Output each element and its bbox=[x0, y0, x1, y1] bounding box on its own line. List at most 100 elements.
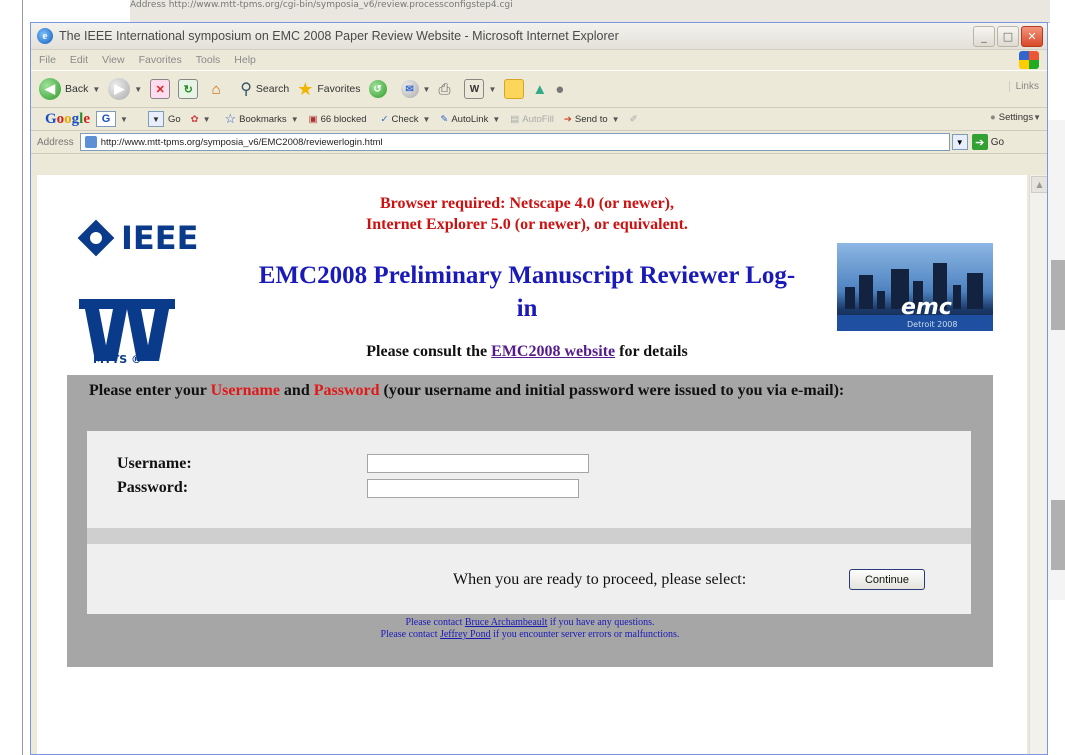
continue-button[interactable]: Continue bbox=[849, 569, 925, 590]
sendto-button[interactable]: ➔ Send to ▼ bbox=[564, 114, 620, 125]
password-input[interactable] bbox=[367, 479, 579, 498]
username-input[interactable] bbox=[367, 454, 589, 473]
google-menu-button[interactable]: G bbox=[96, 111, 117, 127]
maximize-button[interactable]: □ bbox=[997, 25, 1019, 47]
proceed-text: When you are ready to proceed, please se… bbox=[453, 571, 747, 588]
google-tools-button[interactable]: ✿ ▼ bbox=[191, 114, 211, 125]
printer-icon: ⎙ bbox=[438, 80, 451, 98]
chevron-down-icon: ▼ bbox=[488, 84, 497, 94]
spellcheck-button[interactable]: ✓ Check ▼ bbox=[381, 114, 431, 125]
mail-button[interactable]: ✉ ▼ bbox=[400, 80, 431, 98]
prompt-username-word: Username bbox=[210, 382, 280, 399]
vertical-scrollbar[interactable]: ▲ bbox=[1029, 175, 1047, 754]
chevron-down-icon: ▼ bbox=[147, 111, 164, 127]
chevron-down-icon: ▼ bbox=[120, 114, 128, 124]
standard-toolbar: ◀ Back ▼ ▶ ▼ ✕ ↻ ⌂ ⚲ Search ★ Favorites … bbox=[31, 70, 1047, 108]
go-button[interactable]: ➔ Go bbox=[971, 134, 1004, 150]
autofill-label: AutoFill bbox=[522, 113, 554, 125]
favorites-button[interactable]: ★ Favorites bbox=[297, 79, 360, 100]
edit-button[interactable]: W ▼ bbox=[464, 79, 496, 99]
menu-file[interactable]: File bbox=[39, 54, 56, 66]
sendto-label: Send to bbox=[574, 113, 608, 125]
browser-required-line2: Internet Explorer 5.0 (or newer), or equ… bbox=[366, 216, 688, 233]
address-url: http://www.mtt-tpms.org/symposia_v6/EMC2… bbox=[100, 136, 383, 148]
page-title-line2: in bbox=[516, 295, 538, 322]
emc-logo-subtext: Detroit 2008 bbox=[907, 320, 958, 329]
ieee-diamond-icon bbox=[77, 219, 115, 257]
menu-favorites[interactable]: Favorites bbox=[139, 54, 182, 66]
autofill-button[interactable]: ▤ AutoFill bbox=[510, 114, 554, 125]
forward-button[interactable]: ▶ ▼ bbox=[108, 78, 142, 100]
close-button[interactable]: ✕ bbox=[1021, 25, 1043, 47]
google-go-button[interactable]: Go bbox=[168, 114, 181, 125]
menu-tools[interactable]: Tools bbox=[196, 54, 221, 66]
back-button[interactable]: ◀ Back ▼ bbox=[39, 78, 100, 100]
bruce-archambeault-link[interactable]: Bruce Archambeault bbox=[465, 617, 547, 628]
popup-blocker-button[interactable]: ▣ 66 blocked bbox=[309, 114, 367, 125]
address-dropdown-button[interactable]: ▼ bbox=[951, 134, 968, 150]
refresh-button[interactable]: ↻ bbox=[178, 79, 199, 99]
consult-prefix: Please consult the bbox=[366, 343, 488, 360]
emc2008-banner-image: emc Detroit 2008 bbox=[837, 243, 993, 331]
research-button[interactable]: ▲ bbox=[532, 81, 547, 98]
contact-line-2: Please contact Jeffrey Pond if you encou… bbox=[380, 629, 680, 640]
favorites-label: Favorites bbox=[317, 83, 361, 95]
window-controls: _ □ ✕ bbox=[973, 25, 1043, 47]
background-block bbox=[1051, 500, 1065, 570]
address-input[interactable]: http://www.mtt-tpms.org/symposia_v6/EMC2… bbox=[79, 133, 950, 151]
username-label: Username: bbox=[117, 455, 192, 472]
bookmarks-label: Bookmarks bbox=[239, 113, 287, 125]
form-separator bbox=[87, 528, 971, 544]
window-title: The IEEE International symposium on EMC … bbox=[59, 29, 619, 43]
consult-suffix: for details bbox=[619, 343, 688, 360]
autolink-button[interactable]: ✎ AutoLink ▼ bbox=[440, 114, 500, 125]
mtts-label: MTTS ® bbox=[93, 353, 142, 366]
ieee-logo-text: IEEE bbox=[121, 219, 199, 257]
search-button[interactable]: ⚲ Search bbox=[240, 79, 289, 99]
forward-arrow-icon: ▶ bbox=[108, 78, 131, 100]
settings-button[interactable]: ● Settings ▼ bbox=[990, 112, 1041, 123]
consult-line: Please consult the EMC2008 website for d… bbox=[247, 343, 807, 361]
menu-view[interactable]: View bbox=[102, 54, 125, 66]
ieee-logo: IEEE bbox=[77, 219, 199, 257]
menu-help[interactable]: Help bbox=[234, 54, 256, 66]
ie-icon: e bbox=[37, 28, 53, 44]
menu-edit[interactable]: Edit bbox=[70, 54, 88, 66]
folder-icon bbox=[504, 79, 525, 99]
edit-icon: W bbox=[464, 79, 485, 99]
go-arrow-icon: ➔ bbox=[971, 134, 988, 150]
print-button[interactable]: ⎙ bbox=[438, 81, 450, 98]
google-search-input[interactable]: ▼ bbox=[146, 111, 164, 127]
chevron-down-icon: ▼ bbox=[422, 84, 431, 94]
prompt-password-word: Password bbox=[313, 382, 380, 399]
popup-blocked-icon: ▣ bbox=[308, 113, 318, 125]
minimize-button[interactable]: _ bbox=[973, 25, 995, 47]
pencil-icon: ✐ bbox=[629, 113, 638, 125]
page-content: IEEE MTTS ® Browser required: Netscape 4… bbox=[37, 175, 1027, 754]
pencil-button[interactable]: ✐ bbox=[630, 114, 638, 125]
background-right-edge bbox=[1045, 120, 1065, 600]
research-icon: ▲ bbox=[532, 80, 548, 98]
browser-required-line1: Browser required: Netscape 4.0 (or newer… bbox=[379, 195, 674, 212]
contact-info: Please contact Bruce Archambeault if you… bbox=[67, 617, 993, 641]
links-toolbar[interactable]: Links bbox=[1008, 81, 1039, 92]
home-button[interactable]: ⌂ bbox=[206, 79, 226, 99]
password-label: Password: bbox=[117, 479, 189, 496]
back-arrow-icon: ◀ bbox=[39, 78, 61, 100]
windows-logo-icon bbox=[1019, 51, 1039, 69]
bookmarks-button[interactable]: ☆ Bookmarks ▼ bbox=[225, 111, 299, 127]
star-icon: ☆ bbox=[224, 111, 237, 126]
blocked-label: 66 blocked bbox=[320, 113, 367, 125]
emc2008-website-link[interactable]: EMC2008 website bbox=[491, 343, 615, 360]
jeffrey-pond-link[interactable]: Jeffrey Pond bbox=[440, 629, 491, 640]
autofill-icon: ▤ bbox=[510, 113, 520, 125]
background-block bbox=[1051, 260, 1065, 330]
scroll-up-button[interactable]: ▲ bbox=[1031, 176, 1047, 193]
messenger-button[interactable]: ● bbox=[555, 81, 564, 98]
browser-required-notice: Browser required: Netscape 4.0 (or newer… bbox=[247, 193, 807, 235]
stop-button[interactable]: ✕ bbox=[150, 79, 171, 99]
folder-button[interactable] bbox=[504, 79, 525, 99]
title-bar: e The IEEE International symposium on EM… bbox=[31, 23, 1047, 50]
home-icon: ⌂ bbox=[211, 80, 221, 98]
history-button[interactable]: ↺ bbox=[368, 80, 387, 98]
